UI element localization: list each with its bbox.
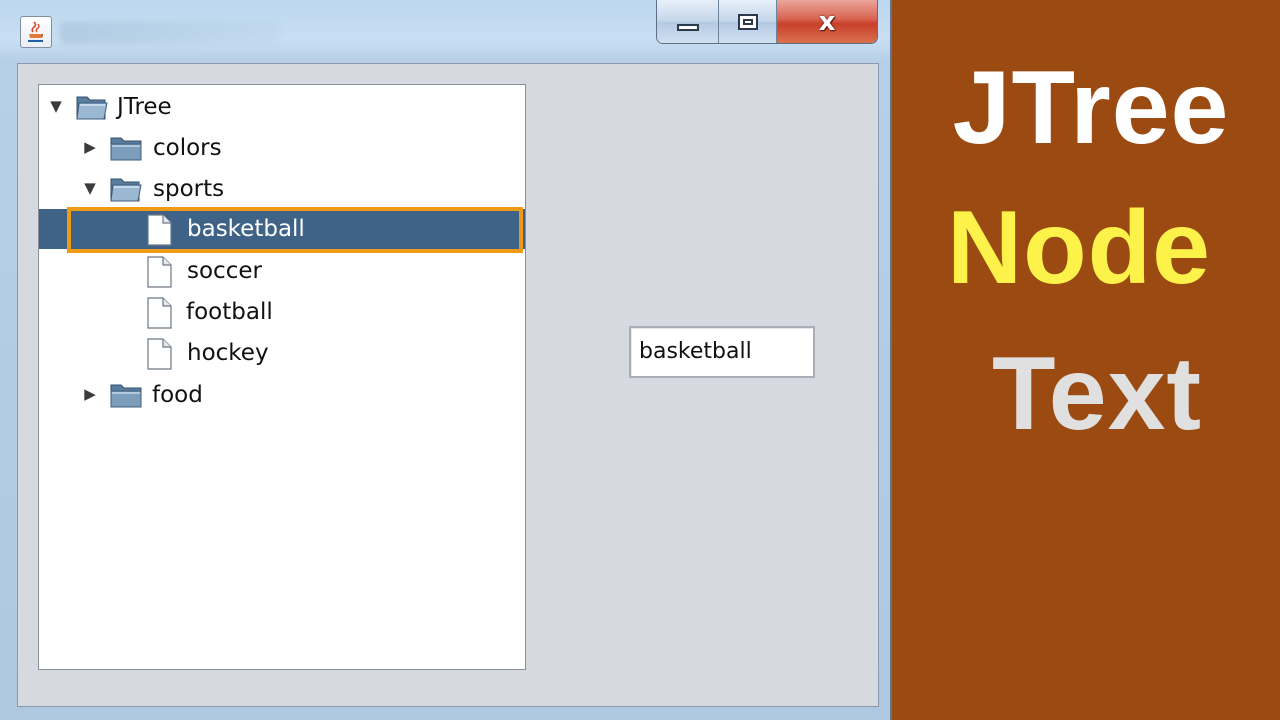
banner-word-text: Text [991,336,1203,452]
maximize-icon [737,13,758,30]
tree-node-label: sports [153,176,225,202]
minimize-icon [676,24,699,31]
banner-word-jtree: JTree [952,50,1230,166]
java-cup-icon[interactable] [20,16,52,48]
title-banner: JTree Node Text [894,0,1280,720]
tree-node-label: colors [153,135,222,161]
close-icon: x [818,6,836,37]
tree-node-sports[interactable]: ▼ sports [39,169,525,209]
folder-closed-icon [110,137,142,161]
jtree[interactable]: ▼ JTree ▶ colors ▼ sports basketball soc… [38,84,526,670]
tree-node-football[interactable]: football [39,292,525,332]
app-window: x ▼ JTree ▶ colors ▼ sports basketball s… [0,0,892,720]
folder-open-icon [76,96,108,120]
tree-node-label: soccer [187,258,262,284]
tree-node-jtree[interactable]: ▼ JTree [39,87,525,127]
node-text-field[interactable] [629,326,815,378]
close-button[interactable]: x [777,0,877,43]
tree-node-label: football [186,299,273,325]
triangle-right-icon[interactable]: ▶ [81,138,99,156]
node-text-input[interactable] [631,328,815,374]
document-icon [147,214,172,246]
tree-node-food[interactable]: ▶ food [39,375,525,415]
window-controls: x [656,0,878,44]
tree-node-basketball[interactable]: basketball [39,209,525,249]
window-title-blurred [60,22,280,44]
minimize-button[interactable] [657,0,719,43]
banner-word-node: Node [947,190,1211,306]
triangle-right-icon[interactable]: ▶ [81,385,99,403]
title-bar[interactable]: x [0,0,892,62]
tree-node-label: JTree [117,94,172,120]
document-icon [147,297,172,329]
folder-closed-icon [110,384,142,408]
tree-node-label: food [152,382,203,408]
content-pane: ▼ JTree ▶ colors ▼ sports basketball soc… [17,63,879,707]
document-icon [147,256,172,288]
tree-node-soccer[interactable]: soccer [39,251,525,291]
tree-node-colors[interactable]: ▶ colors [39,128,525,168]
triangle-down-icon[interactable]: ▼ [81,179,99,197]
triangle-down-icon[interactable]: ▼ [47,97,65,115]
tree-node-label: basketball [187,216,305,242]
tree-node-label: hockey [187,340,269,366]
maximize-button[interactable] [719,0,777,43]
document-icon [147,338,172,370]
tree-node-hockey[interactable]: hockey [39,333,525,373]
folder-open-icon [110,178,142,202]
